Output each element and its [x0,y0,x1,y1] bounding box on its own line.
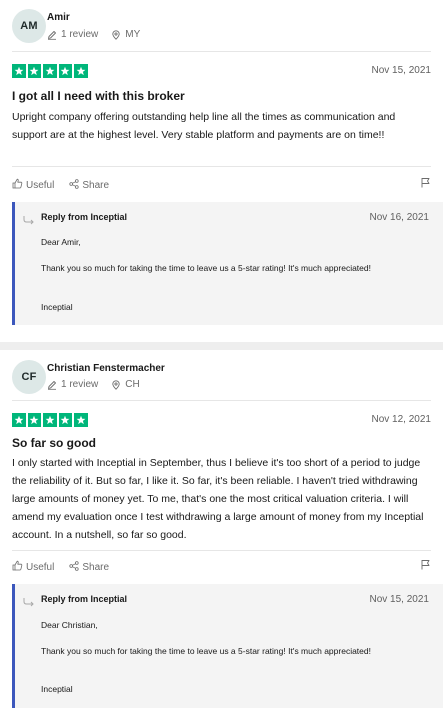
location-pin-icon [111,379,121,390]
star-icon [74,64,88,78]
review-count: 1 review [61,379,99,390]
share-label: Share [82,179,110,191]
reply-date: Nov 16, 2021 [369,212,430,223]
review-date: Nov 12, 2021 [371,414,432,425]
card-separator [0,342,443,350]
review-actions: Useful Share [12,560,431,574]
review-date: Nov 15, 2021 [371,65,432,76]
avatar[interactable]: CF [12,360,46,394]
reply-greeting: Dear Amir, [41,237,81,247]
reviewer-name[interactable]: Amir [47,12,70,23]
star-rating [12,64,88,78]
reply-greeting: Dear Christian, [41,620,98,630]
divider [12,166,431,167]
useful-button[interactable]: Useful [12,560,54,574]
company-reply: Reply from Inceptial Nov 15, 2021 Dear C… [12,584,443,708]
star-icon [58,64,72,78]
star-rating [12,413,88,427]
reply-arrow-icon [23,212,35,230]
review-body: Upright company offering outstanding hel… [12,111,396,141]
star-icon [27,64,41,78]
star-icon [12,413,26,427]
divider [12,550,431,551]
star-icon [43,64,57,78]
divider [12,400,431,401]
reply-signature: Inceptial [41,302,73,312]
share-icon [69,560,79,574]
reply-signature: Inceptial [41,684,73,694]
useful-label: Useful [26,561,55,573]
star-icon [43,413,57,427]
thumbs-up-icon [12,560,23,574]
useful-label: Useful [26,179,55,191]
review-title[interactable]: I got all I need with this broker [12,89,185,103]
share-button[interactable]: Share [69,178,110,192]
country-code: CH [125,379,140,390]
pencil-icon [47,30,57,40]
reply-date: Nov 15, 2021 [369,594,430,605]
reviewer-meta: 1 review CH [47,379,140,390]
star-icon [27,413,41,427]
share-button[interactable]: Share [69,560,110,574]
star-icon [58,413,72,427]
company-reply: Reply from Inceptial Nov 16, 2021 Dear A… [12,202,443,325]
reply-message: Thank you so much for taking the time to… [41,263,371,273]
reply-arrow-icon [23,594,35,612]
reviewer-meta: 1 review MY [47,29,140,40]
review-actions: Useful Share [12,178,431,192]
review-card: CF Christian Fenstermacher 1 review CH N… [0,350,443,720]
review-title[interactable]: So far so good [12,436,96,450]
location-pin-icon [111,29,121,40]
star-icon [74,413,88,427]
avatar[interactable]: AM [12,9,46,43]
share-icon [69,178,79,192]
thumbs-up-icon [12,178,23,192]
divider [12,51,431,52]
star-icon [12,64,26,78]
review-card: AM Amir 1 review MY Nov 15, 2021 I got a… [0,0,443,342]
flag-icon[interactable] [420,559,431,573]
reply-author: Reply from Inceptial [41,594,128,604]
reply-author: Reply from Inceptial [41,212,128,222]
useful-button[interactable]: Useful [12,178,54,192]
country-code: MY [125,29,141,40]
review-count: 1 review [61,29,99,40]
flag-icon[interactable] [420,177,431,191]
reviewer-name[interactable]: Christian Fenstermacher [47,363,165,374]
share-label: Share [82,561,110,573]
pencil-icon [47,380,57,390]
review-body: I only started with Inceptial in Septemb… [12,457,424,541]
reply-message: Thank you so much for taking the time to… [41,646,371,656]
